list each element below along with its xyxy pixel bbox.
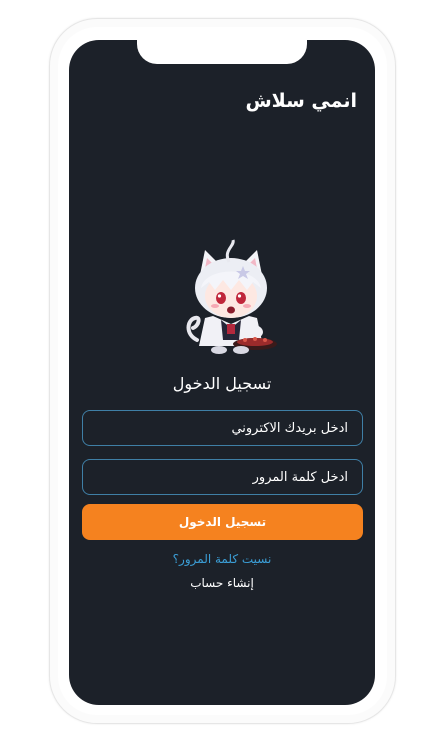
mascot-illustration: [186, 239, 277, 354]
app-title: انمي سلاش: [245, 90, 357, 112]
login-button[interactable]: تسجيل الدخول: [82, 504, 363, 540]
email-field[interactable]: [82, 410, 363, 446]
create-account-link[interactable]: إنشاء حساب: [69, 576, 375, 590]
password-field[interactable]: [82, 459, 363, 495]
login-heading: تسجيل الدخول: [172, 374, 272, 393]
phone-notch: [137, 40, 307, 64]
forgot-password-link[interactable]: نسيت كلمة المرور؟: [69, 552, 375, 566]
app-screen: انمي سلاش تسجيل الدخول ادخل بريدك الاكتر…: [69, 40, 375, 705]
